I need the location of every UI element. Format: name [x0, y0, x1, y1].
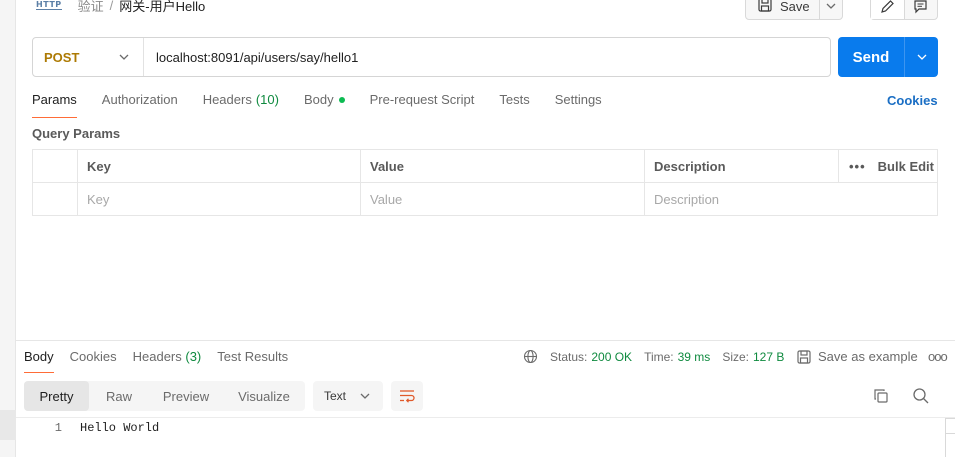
size-value[interactable]: 127 B [753, 350, 784, 364]
tab-pre-request-script[interactable]: Pre-request Script [370, 92, 475, 118]
response-format-select[interactable]: Text [313, 381, 383, 411]
response-view-selector: Pretty Raw Preview Visualize [24, 381, 305, 411]
url-bar: POST [32, 37, 831, 77]
headers-count: (10) [255, 92, 279, 107]
table-header-row: Key Value Description ••• Bulk Edit [33, 150, 937, 183]
tab-params[interactable]: Params [32, 92, 77, 118]
side-actions [870, 0, 938, 20]
status-value[interactable]: 200 OK [591, 350, 632, 364]
query-params-table: Key Value Description ••• Bulk Edit Key … [32, 149, 938, 216]
method-select[interactable]: POST [33, 38, 144, 76]
response-headers-count: (3) [185, 349, 202, 364]
view-raw[interactable]: Raw [89, 381, 149, 411]
response-tab-body[interactable]: Body [24, 349, 54, 373]
edit-button[interactable] [871, 0, 905, 19]
url-input[interactable] [144, 38, 830, 76]
bulk-edit-button[interactable]: Bulk Edit [878, 159, 934, 174]
tab-tests[interactable]: Tests [499, 92, 529, 118]
sidebar-selection [0, 410, 16, 440]
more-options-icon[interactable]: ooo [928, 349, 948, 364]
response-line: Hello World [80, 421, 160, 435]
send-button[interactable]: Send [838, 37, 905, 77]
left-sidebar-strip [0, 0, 16, 457]
request-tabs: Params Authorization Headers (10) Body Pr… [32, 92, 627, 118]
size-label: Size: [722, 349, 749, 364]
editor-scrollbar[interactable] [945, 434, 955, 457]
response-body-editor[interactable]: 1 Hello World [16, 417, 955, 457]
copy-icon[interactable] [872, 387, 890, 408]
column-header-description: Description [645, 150, 839, 182]
globe-icon[interactable] [523, 349, 538, 364]
save-label: Save [780, 0, 810, 14]
wrap-lines-button[interactable] [391, 381, 423, 411]
param-value-input[interactable]: Value [361, 183, 645, 216]
send-button-group: Send [838, 37, 938, 77]
response-tab-headers[interactable]: Headers (3) [133, 349, 202, 373]
breadcrumb-parent[interactable]: 验证 [78, 0, 104, 15]
line-number: 1 [54, 421, 62, 435]
chevron-down-icon [917, 54, 926, 60]
response-tab-cookies[interactable]: Cookies [70, 349, 117, 373]
param-description-input[interactable]: Description [645, 183, 839, 216]
time-value[interactable]: 39 ms [678, 350, 711, 364]
http-icon: HTTP [36, 0, 62, 10]
response-meta: Status: 200 OK Time: 39 ms Size: 127 B [523, 349, 796, 364]
breadcrumb: HTTP 验证 / 网关-用户Hello [36, 0, 205, 15]
comments-button[interactable] [905, 0, 938, 19]
tab-headers[interactable]: Headers (10) [203, 92, 279, 118]
save-as-example-button[interactable]: Save as example [797, 349, 918, 364]
status-label: Status: [550, 349, 588, 364]
table-row: Key Value Description [33, 183, 937, 216]
cookies-link[interactable]: Cookies [887, 93, 938, 108]
save-as-example-label: Save as example [818, 349, 918, 364]
chevron-down-icon [826, 3, 836, 9]
save-icon [758, 0, 772, 15]
tab-body[interactable]: Body [304, 92, 345, 118]
view-preview[interactable]: Preview [149, 381, 223, 411]
chevron-down-icon [119, 54, 129, 60]
body-indicator-dot [338, 97, 345, 103]
request-name[interactable]: 网关-用户Hello [119, 0, 205, 15]
column-header-value: Value [361, 150, 645, 182]
time-label: Time: [644, 349, 674, 364]
breadcrumb-separator: / [109, 0, 114, 13]
tab-authorization[interactable]: Authorization [102, 92, 178, 118]
view-pretty[interactable]: Pretty [24, 381, 89, 411]
tab-settings[interactable]: Settings [555, 92, 602, 118]
table-tools: ••• Bulk Edit [839, 150, 937, 182]
param-key-input[interactable]: Key [78, 183, 361, 216]
method-label: POST [44, 49, 80, 65]
checkbox-column-header [33, 150, 78, 182]
send-dropdown-button[interactable] [905, 37, 938, 77]
save-button[interactable]: Save [746, 0, 820, 19]
editor-scroll-corner [945, 418, 955, 434]
more-options-icon[interactable]: ••• [849, 159, 866, 174]
query-params-title: Query Params [32, 126, 121, 141]
search-icon[interactable] [912, 387, 930, 408]
comment-icon [914, 0, 927, 13]
save-button-group: Save [745, 0, 843, 20]
response-tabs: Body Cookies Headers (3) Test Results [24, 349, 304, 373]
column-header-key: Key [78, 150, 361, 182]
format-label: Text [324, 389, 347, 403]
row-checkbox-cell [33, 183, 78, 216]
pencil-icon [880, 0, 894, 13]
wrap-lines-icon [400, 390, 415, 403]
save-dropdown-button[interactable] [820, 3, 842, 9]
response-divider[interactable] [16, 340, 955, 341]
view-visualize[interactable]: Visualize [223, 381, 305, 411]
chevron-down-icon [360, 393, 370, 399]
save-icon [797, 349, 811, 364]
response-tab-test-results[interactable]: Test Results [217, 349, 288, 373]
